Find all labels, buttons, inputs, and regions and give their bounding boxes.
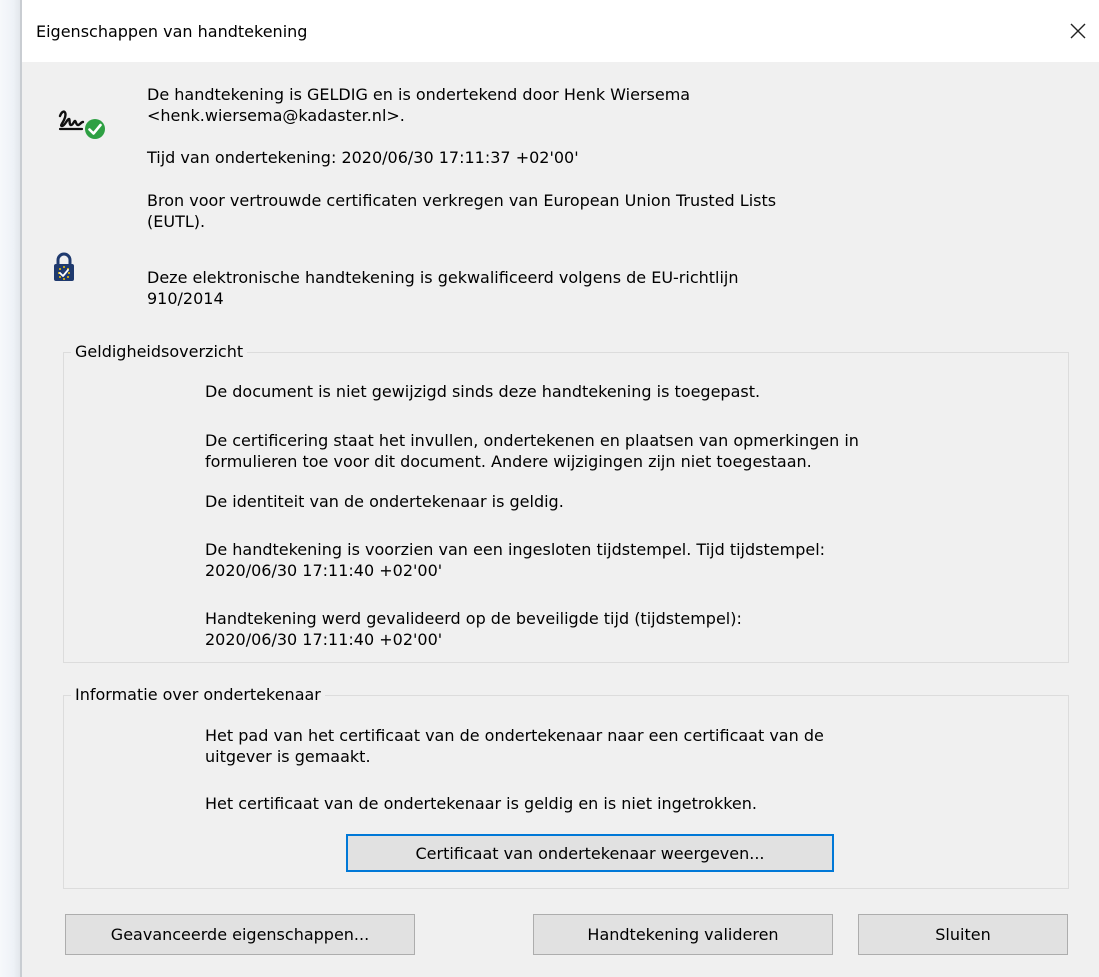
signature-check-icon	[58, 110, 105, 139]
signer-item-path-line2: uitgever is gemaakt.	[205, 747, 371, 766]
validity-item-identity: De identiteit van de ondertekenaar is ge…	[205, 492, 564, 511]
validate-signature-button[interactable]: Handtekening valideren	[533, 914, 833, 955]
signature-status-line1: De handtekening is GELDIG en is ondertek…	[147, 85, 691, 104]
title-bar: Eigenschappen van handtekening	[22, 0, 1099, 62]
trust-source-line1: Bron voor vertrouwde certificaten verkre…	[147, 191, 777, 210]
window-title: Eigenschappen van handtekening	[36, 22, 308, 41]
validity-item-cert-line1: De certificering staat het invullen, ond…	[205, 431, 859, 450]
validity-item-cert-line2: formulieren toe voor dit document. Ander…	[205, 452, 812, 471]
validity-item-unchanged: De document is niet gewijzigd sinds deze…	[205, 382, 761, 401]
show-certificate-button[interactable]: Certificaat van ondertekenaar weergeven.…	[346, 834, 834, 872]
signer-item-valid: Het certificaat van de ondertekenaar is …	[205, 794, 757, 813]
eu-lock-icon	[54, 252, 74, 281]
validity-item-validated-line2: 2020/06/30 17:11:40 +02'00'	[205, 630, 443, 649]
signature-properties-dialog: Eigenschappen van handtekening De handte…	[22, 0, 1099, 977]
signature-status-line2: <henk.wiersema@kadaster.nl>.	[147, 106, 405, 125]
qualified-line1: Deze elektronische handtekening is gekwa…	[147, 268, 739, 287]
close-dialog-button[interactable]: Sluiten	[858, 914, 1068, 955]
signer-info-label: Informatie over ondertekenaar	[71, 685, 325, 705]
close-icon	[1070, 23, 1086, 39]
validity-item-validated-line1: Handtekening werd gevalideerd op de beve…	[205, 609, 742, 628]
qualified-line2: 910/2014	[147, 289, 224, 308]
signer-item-path-line1: Het pad van het certificaat van de onder…	[205, 726, 824, 745]
close-button[interactable]	[1057, 12, 1099, 50]
background-window-edge	[0, 0, 22, 977]
advanced-properties-button[interactable]: Geavanceerde eigenschappen...	[65, 914, 415, 955]
trust-source-line2: (EUTL).	[147, 212, 206, 231]
signing-time: Tijd van ondertekening: 2020/06/30 17:11…	[147, 148, 579, 167]
validity-summary-label: Geldigheidsoverzicht	[71, 342, 248, 362]
validity-item-timestamp-line1: De handtekening is voorzien van een inge…	[205, 540, 826, 559]
validity-item-timestamp-line2: 2020/06/30 17:11:40 +02'00'	[205, 561, 443, 580]
